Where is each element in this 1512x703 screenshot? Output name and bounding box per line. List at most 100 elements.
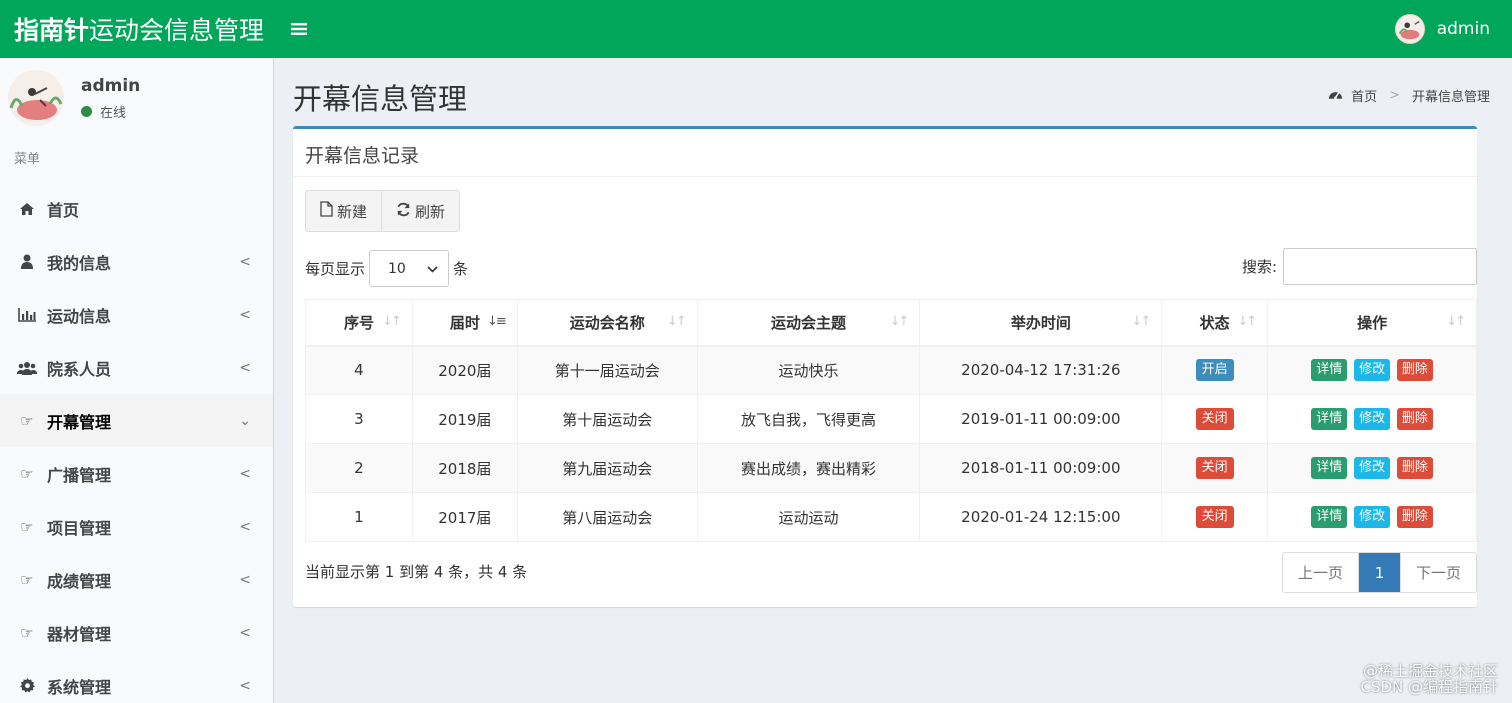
cell-status: 关闭 (1161, 443, 1269, 493)
sidebar-item-label: 项目管理 (47, 518, 112, 538)
sidebar-item-department-staff[interactable]: 院系人员 < (0, 341, 273, 394)
sidebar-item-sports-info[interactable]: 运动信息 < (0, 288, 273, 341)
cell-actions: 详情 修改 删除 (1267, 345, 1477, 395)
chevron-left-icon: < (239, 571, 251, 588)
detail-button[interactable]: 详情 (1311, 359, 1348, 382)
edit-button[interactable]: 修改 (1354, 506, 1391, 528)
brand-bold: 指南针 (14, 16, 90, 45)
brand-logo[interactable]: 指南针 运动会信息管理 (0, 0, 274, 58)
sidebar-item-home[interactable]: 首页 (0, 182, 273, 235)
chevron-left-icon: < (239, 624, 251, 641)
delete-button[interactable]: 删除 (1396, 457, 1433, 479)
detail-button[interactable]: 详情 (1311, 506, 1348, 528)
sort-icon: ↓↑ (1237, 314, 1257, 329)
page-length-control: 每页显示 10 条 (305, 250, 468, 287)
cell-theme: 放飞自我，飞得更高 (696, 394, 921, 444)
column-header-label: 运动会主题 (771, 313, 847, 332)
breadcrumb: 首页 > 开幕信息管理 (1328, 86, 1490, 105)
search-input[interactable] (1283, 248, 1477, 285)
column-header-name[interactable]: 运动会名称 ↓↑ (516, 299, 698, 347)
dashboard-icon (1328, 88, 1343, 104)
edit-button[interactable]: 修改 (1354, 408, 1391, 430)
sidebar-item-score-management[interactable]: ☞ 成绩管理 < (0, 553, 273, 606)
sidebar-item-system-management[interactable]: 系统管理 < (0, 659, 273, 703)
cell-time: 2018-01-11 00:09:00 (919, 443, 1163, 493)
new-button-label: 新建 (337, 202, 368, 221)
status-badge: 开启 (1195, 359, 1234, 382)
page-1-button[interactable]: 1 (1357, 553, 1400, 592)
cell-time: 2020-04-12 17:31:26 (919, 345, 1163, 395)
avatar (1394, 14, 1425, 44)
chevron-left-icon: < (239, 359, 251, 376)
edit-button[interactable]: 修改 (1354, 457, 1391, 479)
sidebar-item-broadcast-management[interactable]: ☞ 广播管理 < (0, 447, 273, 500)
cell-theme: 运动快乐 (696, 345, 921, 395)
page-length-prefix: 每页显示 (305, 260, 366, 278)
sort-icon: ↓↑ (382, 314, 402, 329)
chevron-left-icon: < (239, 465, 251, 482)
top-navbar: 指南针 运动会信息管理 admin (0, 0, 1512, 58)
cell-status: 开启 (1161, 345, 1269, 395)
next-page-button[interactable]: 下一页 (1399, 553, 1476, 592)
pagination: 上一页 1 下一页 (1281, 552, 1477, 593)
hand-pointer-icon: ☞ (20, 411, 34, 430)
refresh-button[interactable]: 刷新 (381, 191, 459, 231)
column-header-label: 届时 (449, 313, 480, 332)
sidebar-item-label: 系统管理 (47, 677, 112, 697)
user-menu[interactable]: admin (1394, 0, 1490, 58)
column-header-status[interactable]: 状态 ↓↑ (1161, 299, 1269, 347)
cell-id: 2 (305, 443, 413, 493)
file-icon (320, 201, 333, 221)
online-dot-icon (81, 105, 92, 117)
chevron-left-icon: < (239, 306, 251, 323)
cell-status: 关闭 (1161, 394, 1269, 444)
delete-button[interactable]: 删除 (1396, 359, 1433, 382)
cell-session: 2020届 (411, 345, 518, 395)
search-label: 搜索: (1241, 258, 1277, 276)
cell-theme: 运动运动 (696, 492, 921, 542)
sidebar-username: admin (81, 75, 141, 96)
breadcrumb-home-link[interactable]: 首页 (1351, 86, 1377, 105)
cell-name: 第十届运动会 (516, 394, 698, 444)
column-header-actions[interactable]: 操作 ↓↑ (1267, 299, 1477, 347)
delete-button[interactable]: 删除 (1396, 408, 1433, 430)
sidebar-item-label: 院系人员 (47, 359, 112, 379)
cell-actions: 详情 修改 删除 (1267, 492, 1477, 542)
table-row: 1 2017届 第八届运动会 运动运动 2020-01-24 12:15:00 … (305, 492, 1477, 542)
content-wrapper: 开幕信息管理 首页 > 开幕信息管理 开幕信息记录 新建 刷新 每页显示 10 … (275, 58, 1512, 703)
column-header-id[interactable]: 序号 ↓↑ (305, 299, 413, 347)
cell-time: 2020-01-24 12:15:00 (919, 492, 1163, 542)
sidebar-item-my-info[interactable]: 我的信息 < (0, 235, 273, 288)
sidebar-item-opening-management[interactable]: ☞ 开幕管理 ⌄ (0, 394, 273, 447)
sidebar-item-equipment-management[interactable]: ☞ 器材管理 < (0, 606, 273, 659)
column-header-theme[interactable]: 运动会主题 ↓↑ (696, 299, 921, 347)
detail-button[interactable]: 详情 (1311, 408, 1348, 430)
page-length-value: 10 (388, 260, 406, 277)
sidebar-item-label: 运动信息 (47, 306, 112, 326)
page-length-select[interactable]: 10 (369, 250, 450, 287)
column-header-time[interactable]: 举办时间 ↓↑ (919, 299, 1163, 347)
cell-id: 1 (305, 492, 413, 542)
column-header-label: 举办时间 (1010, 313, 1071, 332)
hand-pointer-icon: ☞ (20, 464, 34, 483)
edit-button[interactable]: 修改 (1354, 359, 1391, 382)
column-header-label: 操作 (1357, 313, 1388, 332)
detail-button[interactable]: 详情 (1311, 457, 1348, 479)
watermark-line-1: @稀土掘金技术社区 (1362, 662, 1498, 680)
column-header-session[interactable]: 届时 ↓≡ (411, 299, 518, 347)
delete-button[interactable]: 删除 (1396, 506, 1433, 528)
cell-name: 第八届运动会 (516, 492, 698, 542)
sidebar-item-label: 我的信息 (47, 253, 112, 273)
cell-session: 2017届 (411, 492, 518, 542)
cell-session: 2018届 (411, 443, 518, 493)
bar-chart-icon (16, 307, 38, 322)
prev-page-button[interactable]: 上一页 (1283, 553, 1358, 592)
sidebar-item-event-management[interactable]: ☞ 项目管理 < (0, 500, 273, 553)
sidebar-item-label: 开幕管理 (47, 412, 112, 432)
sidebar-item-label: 广播管理 (47, 465, 112, 485)
menu-header: 菜单 (14, 152, 41, 167)
column-header-label: 序号 (343, 313, 374, 332)
new-button[interactable]: 新建 (306, 191, 381, 231)
bars-icon[interactable] (274, 0, 324, 58)
user-panel: admin 在线 (0, 58, 273, 138)
